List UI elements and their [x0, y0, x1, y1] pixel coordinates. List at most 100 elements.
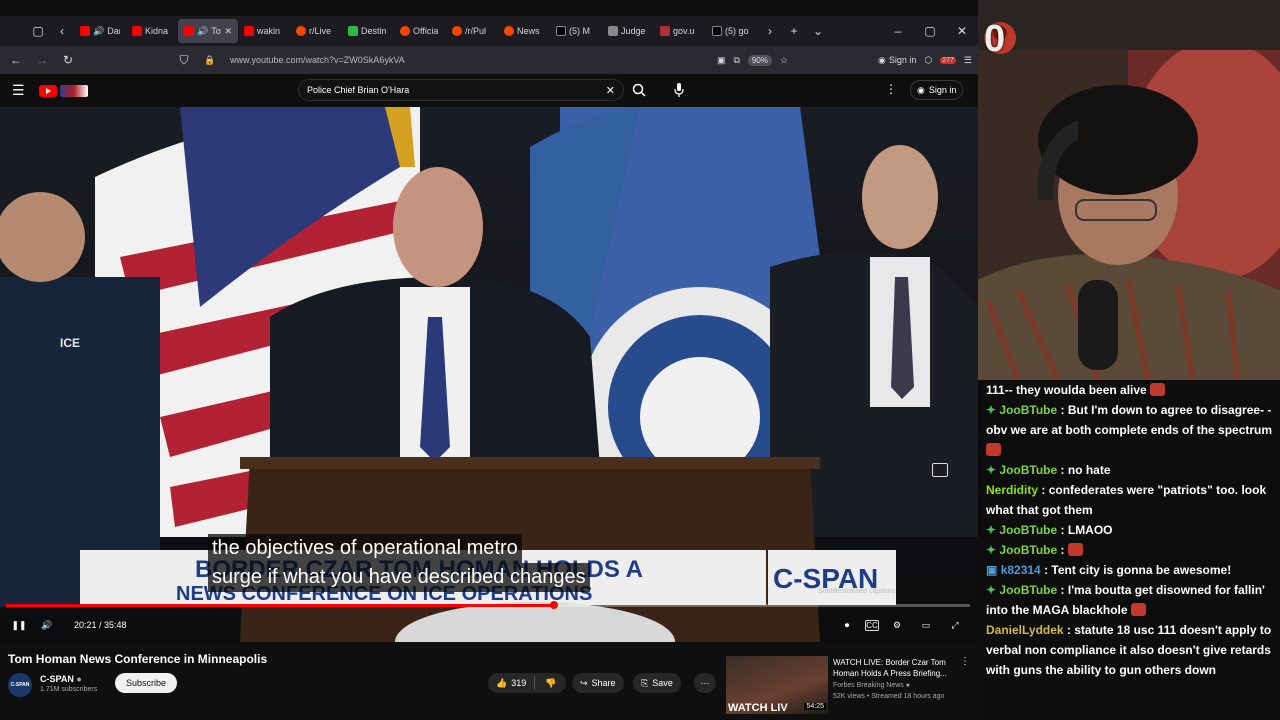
youtube-signin-button[interactable]: ◉ Sign in	[910, 80, 964, 100]
chat-username[interactable]: Nerdidity	[986, 483, 1038, 497]
reddit-icon	[452, 26, 462, 36]
theater-mode-icon[interactable]: ▭	[915, 614, 937, 636]
emote-icon	[1150, 383, 1166, 396]
tab[interactable]: (5) go	[706, 19, 758, 43]
destiny-icon	[348, 26, 358, 36]
share-button[interactable]: ↪ Share	[572, 673, 624, 693]
tab-overview-icon[interactable]: ▢	[26, 19, 50, 43]
tab[interactable]: wakin	[238, 19, 290, 43]
miniplayer-icon[interactable]	[932, 463, 948, 477]
chat-username[interactable]: DanielLyddek	[986, 623, 1064, 637]
more-actions-icon[interactable]: ⋯	[694, 673, 716, 693]
youtube-icon	[184, 26, 194, 36]
hamburger-menu-icon[interactable]: ☰	[12, 82, 25, 99]
tab-list-chevron-icon[interactable]: ⌄	[806, 19, 830, 43]
tab[interactable]: Kidna	[126, 19, 178, 43]
cc-tooltip: Subtitles/closed captions	[818, 588, 896, 595]
youtube-logo[interactable]	[38, 84, 57, 97]
chat-message: ✦ JooBTube :	[986, 540, 1274, 560]
bookmark-icon: ⎘	[641, 677, 649, 688]
save-button[interactable]: ⎘ Save	[633, 673, 681, 693]
tab[interactable]: Officia	[394, 19, 446, 43]
thumbs-up-icon[interactable]: 👍	[496, 678, 507, 689]
picture-in-picture-icon[interactable]: ▣	[717, 55, 726, 66]
tab[interactable]: /r/Pul	[446, 19, 498, 43]
back-icon[interactable]: ←	[6, 50, 26, 70]
chat-username[interactable]: k82314	[1001, 563, 1041, 577]
chat-message: ✦ JooBTube : LMAOO	[986, 523, 1113, 537]
video-duration: 54:25	[804, 703, 826, 710]
tab-scroll-left-icon[interactable]: ‹	[50, 19, 74, 43]
like-dislike-pill: 👍 319 👎	[488, 673, 566, 693]
forward-icon[interactable]: →	[32, 50, 52, 70]
speaker-icon: 🔊	[93, 25, 105, 36]
share-arrow-icon: ↪	[580, 677, 588, 688]
youtube-doodle-logo[interactable]	[59, 84, 88, 97]
tab[interactable]: Judge	[602, 19, 654, 43]
pause-icon[interactable]: ❚❚	[8, 614, 30, 636]
chat-message: Nerdidity : confederates were "patriots"…	[986, 483, 1267, 517]
tab[interactable]: 🔊Dark S	[74, 19, 126, 43]
video-player[interactable]: ICE BORDER CZAR TOM HOMAN HOLDS A NEWS C…	[0, 107, 978, 642]
chat-message: ✦ JooBTube : I'ma boutta get disowned fo…	[986, 583, 1265, 617]
emote-icon	[986, 443, 1001, 456]
chat-username[interactable]: JooBTube	[999, 523, 1057, 537]
close-tab-icon[interactable]: ✕	[224, 26, 232, 37]
chat-message: 111-- they woulda been alive	[986, 380, 1274, 400]
zoom-level[interactable]: 90%	[747, 54, 772, 66]
gov-icon	[660, 26, 670, 36]
subtitles-icon[interactable]: CC	[865, 619, 879, 631]
tab[interactable]: News	[498, 19, 550, 43]
settings-gear-icon[interactable]: ⚙	[886, 614, 908, 636]
tab-scroll-right-icon[interactable]: ›	[758, 19, 782, 43]
subscribe-button[interactable]: Subscribe	[115, 673, 178, 693]
chat-username[interactable]: JooBTube	[999, 583, 1057, 597]
autoplay-toggle-icon[interactable]: ⏺	[836, 614, 858, 636]
webcam-feed	[978, 0, 1280, 380]
clear-search-icon[interactable]: ✕	[606, 84, 615, 97]
fullscreen-icon[interactable]: ⤢	[944, 614, 966, 636]
recommended-title[interactable]: WATCH LIVE: Border Czar Tom Homan Holds …	[833, 657, 959, 679]
player-controls: ❚❚ 🔊 20:21 / 35:48 ⏺ CC ⚙ ▭ ⤢	[0, 612, 978, 638]
account-signin-button[interactable]: ◉ Sign in	[878, 55, 916, 66]
recommended-channel[interactable]: Forbes Breaking News ●	[833, 682, 910, 689]
microphone-icon[interactable]	[668, 79, 690, 101]
tab[interactable]: (5) M	[550, 19, 602, 43]
reload-icon[interactable]: ↻	[58, 50, 78, 70]
more-options-icon[interactable]: ⋮	[885, 82, 897, 96]
volume-icon[interactable]: 🔊	[36, 614, 58, 636]
tab-active[interactable]: 🔊Tom✕	[178, 19, 238, 43]
extensions-icon[interactable]: ⬡	[924, 55, 932, 66]
tab[interactable]: Destin	[342, 19, 394, 43]
chat-username[interactable]: JooBTube	[999, 403, 1057, 417]
tab[interactable]: gov.u	[654, 19, 706, 43]
screenshot-icon[interactable]: ⧉	[733, 55, 739, 66]
progress-bar[interactable]	[6, 601, 970, 609]
search-input[interactable]: Police Chief Brian O'Hara ✕	[298, 79, 624, 101]
tab[interactable]: r/Live	[290, 19, 342, 43]
menu-icon[interactable]: ☰	[964, 55, 972, 66]
reddit-icon	[504, 26, 514, 36]
maximize-icon[interactable]: ▢	[914, 19, 946, 43]
thumbs-down-icon[interactable]: 👎	[545, 678, 556, 689]
recommended-thumbnail[interactable]: WATCH LIV 54:25	[726, 656, 828, 714]
bookmark-star-icon[interactable]: ☆	[780, 55, 788, 66]
close-window-icon[interactable]: ✕	[946, 19, 978, 43]
reddit-icon	[296, 26, 306, 36]
chat-username[interactable]: JooBTube	[999, 543, 1057, 557]
minimize-icon[interactable]: –	[882, 19, 914, 43]
like-count[interactable]: 319	[511, 678, 526, 688]
chat-username[interactable]: JooBTube	[999, 463, 1057, 477]
recommended-meta: 52K views • Streamed 18 hours ago	[833, 693, 945, 700]
url-field[interactable]: www.youtube.com/watch?v=ZW0SkA6ykVA	[230, 55, 405, 65]
channel-avatar[interactable]: C-SPAN	[8, 673, 32, 697]
viewer-count: 0	[984, 18, 1006, 60]
channel-name[interactable]: C-SPAN ●	[40, 674, 82, 684]
progress-scrubber[interactable]	[549, 601, 558, 609]
more-options-icon[interactable]: ⋮	[960, 656, 970, 667]
shield-icon[interactable]: ⛉	[174, 50, 194, 70]
verified-icon: ●	[905, 682, 910, 689]
new-tab-icon[interactable]: +	[782, 19, 806, 43]
extension-badge[interactable]: 277	[940, 56, 956, 64]
search-icon[interactable]	[626, 79, 652, 101]
